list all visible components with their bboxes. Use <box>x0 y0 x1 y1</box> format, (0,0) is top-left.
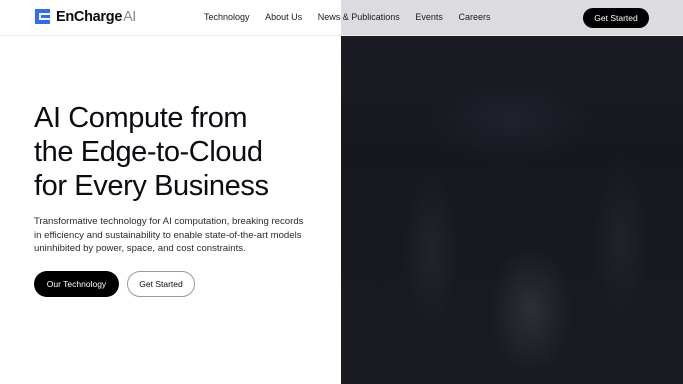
nav-item-technology[interactable]: Technology <box>204 12 250 22</box>
hero-title-line-3: for Every Business <box>34 170 269 202</box>
hero-title-line-2: the Edge-to-Cloud <box>34 136 263 168</box>
site-header: EnCharge AI Technology About Us News & P… <box>0 0 683 36</box>
our-technology-button[interactable]: Our Technology <box>34 271 119 297</box>
brand-logo[interactable]: EnCharge AI <box>34 8 136 25</box>
hero-get-started-button[interactable]: Get Started <box>127 271 195 297</box>
brand-name: EnCharge <box>56 8 123 25</box>
main-nav: Technology About Us News & Publications … <box>204 12 506 22</box>
nav-item-news-publications[interactable]: News & Publications <box>318 12 400 22</box>
nav-item-careers[interactable]: Careers <box>459 12 491 22</box>
header-get-started-button[interactable]: Get Started <box>583 8 649 28</box>
brand-suffix: AI <box>123 8 136 25</box>
hero-background-image <box>341 0 683 384</box>
hero-title-line-1: AI Compute from <box>34 102 248 134</box>
encharge-logo-icon <box>35 9 50 24</box>
server-room-image <box>341 0 683 384</box>
nav-item-events[interactable]: Events <box>415 12 443 22</box>
hero-description: Transformative technology for AI computa… <box>34 216 304 255</box>
hero-title: AI Compute from the Edge-to-Cloud for Ev… <box>34 101 334 203</box>
nav-item-about-us[interactable]: About Us <box>265 12 302 22</box>
